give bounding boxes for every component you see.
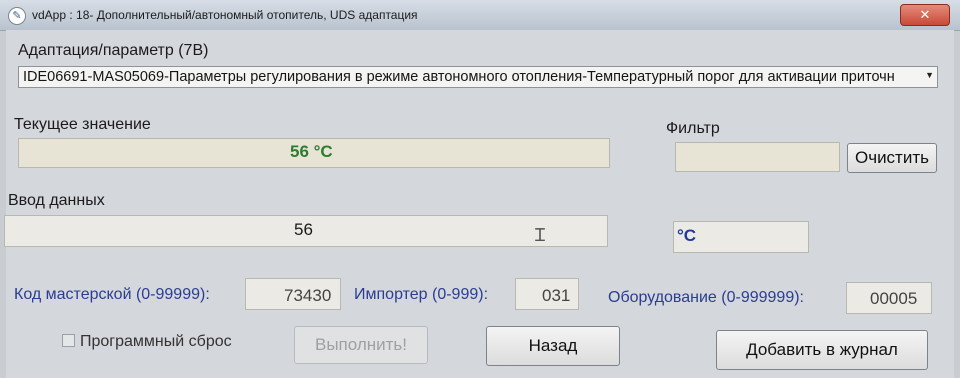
adaptation-parameter-select[interactable]: IDE06691-MAS05069-Параметры регулировани…: [18, 66, 938, 88]
add-to-log-button[interactable]: Добавить в журнал: [716, 330, 928, 370]
execute-button[interactable]: Выполнить!: [294, 326, 428, 364]
window-title: vdApp : 18- Дополнительный/автономный от…: [32, 8, 418, 22]
current-value-text: 56 °C: [290, 142, 333, 161]
adaptation-parameter-value: IDE06691-MAS05069-Параметры регулировани…: [23, 69, 895, 85]
importer-value: 031: [542, 286, 571, 305]
back-button[interactable]: Назад: [486, 326, 620, 366]
data-input-value: 56: [294, 220, 313, 239]
current-value-label: Текущее значение: [14, 116, 151, 133]
app-icon: ✎: [8, 7, 26, 25]
adaptation-label: Адаптация/параметр (7B): [18, 42, 209, 59]
filter-input[interactable]: [675, 142, 840, 172]
chevron-down-icon[interactable]: ▼: [925, 70, 934, 80]
importer-label: Импортер (0-999):: [354, 286, 489, 303]
unit-text: °C: [677, 226, 697, 245]
title-bar: ✎ vdApp : 18- Дополнительный/автономный …: [0, 0, 960, 31]
text-cursor-icon: Ɪ: [535, 225, 546, 245]
workshop-code-value: 73430: [284, 286, 332, 305]
workshop-code-label: Код мастерской (0-99999):: [14, 286, 210, 303]
software-reset-checkbox[interactable]: [62, 334, 75, 347]
equipment-label: Оборудование (0-999999):: [608, 289, 804, 306]
data-input-label: Ввод данных: [8, 192, 105, 209]
equipment-value: 00005: [870, 289, 918, 308]
clear-button[interactable]: Очистить: [847, 143, 937, 173]
software-reset-label: Программный сброс: [80, 333, 232, 350]
filter-label: Фильтр: [666, 120, 720, 137]
close-button[interactable]: ✕: [900, 4, 950, 26]
